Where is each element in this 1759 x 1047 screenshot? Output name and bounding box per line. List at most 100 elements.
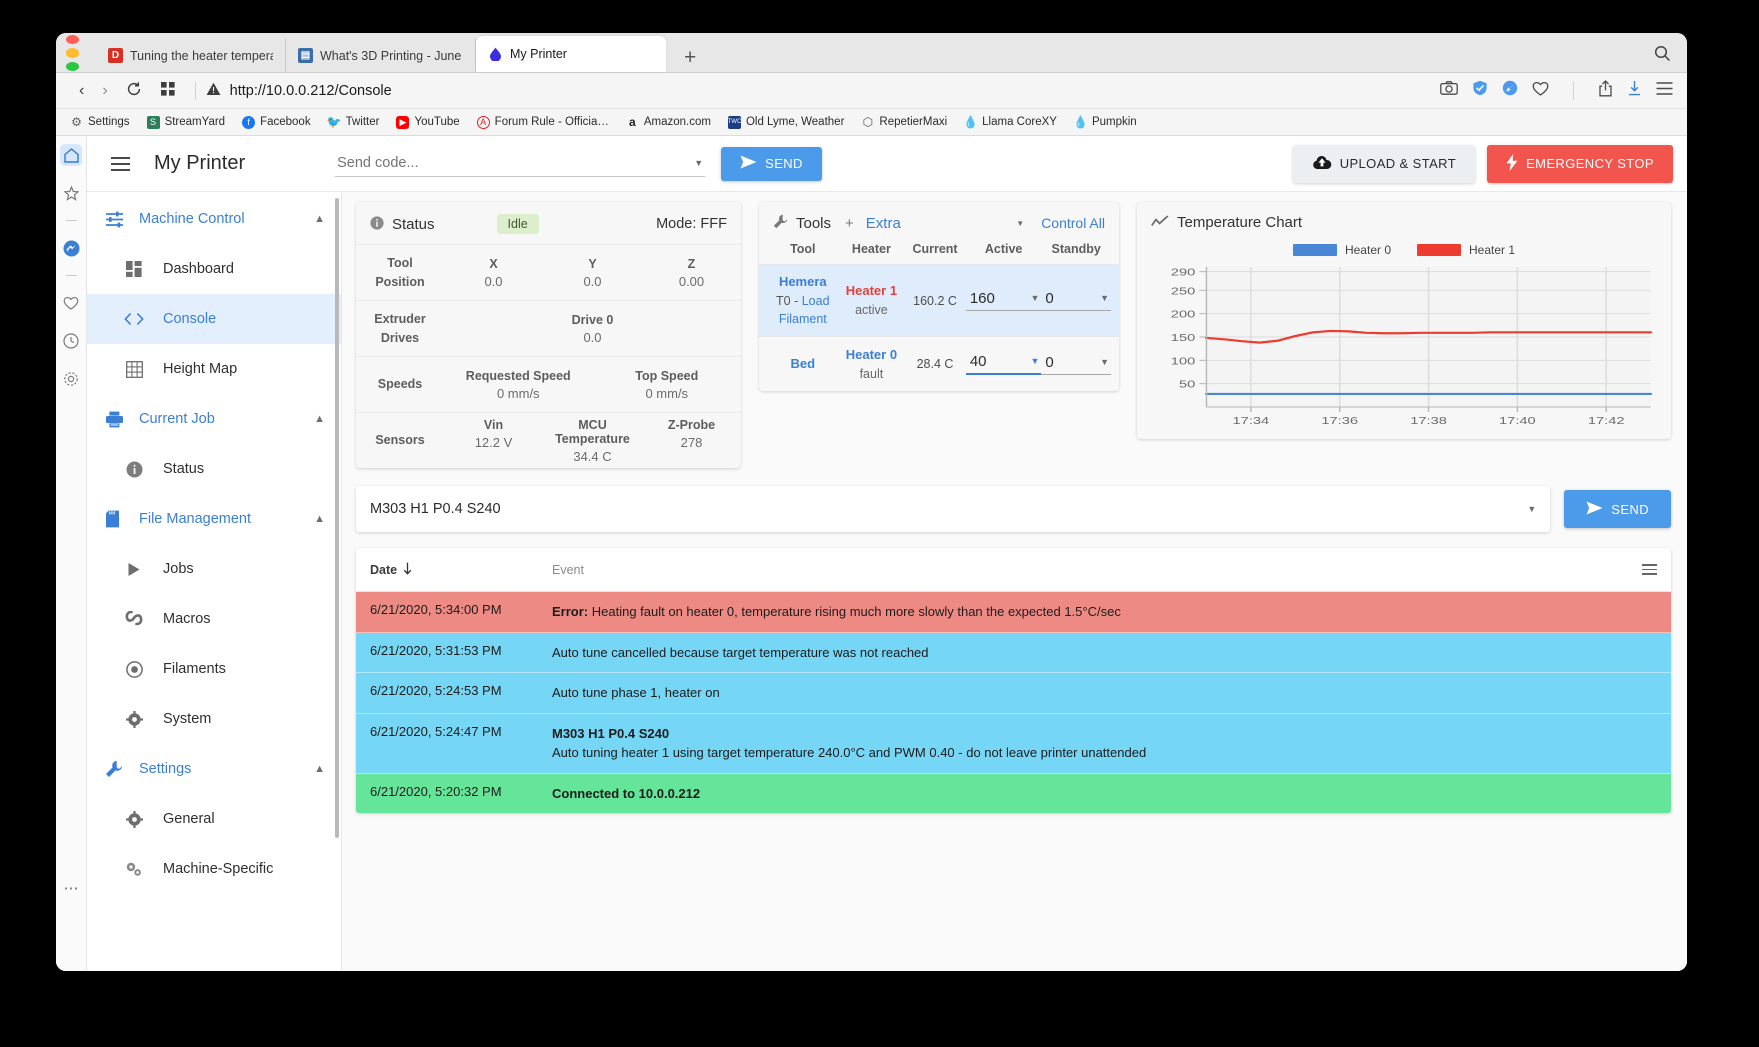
sidebar-item-console[interactable]: Console bbox=[87, 294, 341, 344]
bookmark-amazon[interactable]: a Amazon.com bbox=[626, 115, 711, 129]
bookmark-forum-rule[interactable]: A Forum Rule - Officia… bbox=[476, 115, 609, 129]
send-code-input[interactable] bbox=[335, 150, 706, 177]
sidebar-item-height-map[interactable]: Height Map bbox=[87, 344, 341, 394]
gear-icon[interactable] bbox=[60, 368, 82, 390]
upload-and-start-button[interactable]: UPLOAD & START bbox=[1292, 144, 1476, 183]
sidebar-group-machine-control[interactable]: Machine Control ▲ bbox=[87, 194, 341, 244]
sidebar-group-settings[interactable]: Settings ▲ bbox=[87, 744, 341, 794]
window-traffic-lights[interactable] bbox=[66, 33, 79, 73]
heart-icon[interactable] bbox=[1532, 81, 1549, 101]
extra-link[interactable]: Extra bbox=[866, 215, 901, 232]
chevron-down-icon[interactable]: ▼ bbox=[1100, 293, 1109, 303]
chevron-up-icon[interactable]: ▲ bbox=[314, 513, 325, 525]
chevron-up-icon[interactable]: ▲ bbox=[314, 763, 325, 775]
sidebar-item-machine-specific[interactable]: Machine-Specific bbox=[87, 844, 341, 894]
tool-sub[interactable]: T0 - Load Filament bbox=[767, 292, 839, 328]
messenger-icon[interactable] bbox=[60, 237, 82, 259]
legend-item-heater0[interactable]: Heater 0 bbox=[1292, 243, 1391, 257]
back-button[interactable]: ‹ bbox=[70, 82, 93, 99]
arrow-down-icon[interactable] bbox=[402, 562, 413, 578]
sidebar-item-jobs[interactable]: Jobs bbox=[87, 544, 341, 594]
star-icon[interactable] bbox=[60, 182, 82, 204]
tool-row-bed[interactable]: Bed Heater 0 fault 28.4 C 40 ▼ 0 ▼ bbox=[759, 336, 1119, 391]
send-button[interactable]: SEND bbox=[721, 146, 822, 181]
download-icon[interactable] bbox=[1627, 80, 1642, 102]
clock-icon[interactable] bbox=[60, 330, 82, 352]
heater-name[interactable]: Heater 1 bbox=[839, 281, 905, 301]
sidebar-scrollbar[interactable] bbox=[335, 198, 339, 838]
console-command-input[interactable]: M303 H1 P0.4 S240 ▼ bbox=[356, 486, 1551, 532]
forward-button[interactable]: › bbox=[93, 82, 116, 99]
chevron-up-icon[interactable]: ▲ bbox=[314, 413, 325, 425]
log-row: 6/21/2020, 5:24:47 PM M303 H1 P0.4 S240 … bbox=[356, 713, 1671, 774]
emergency-stop-button[interactable]: EMERGENCY STOP bbox=[1487, 144, 1673, 183]
new-tab-button[interactable]: + bbox=[666, 47, 712, 72]
bookmark-youtube[interactable]: ▶ YouTube bbox=[396, 115, 460, 129]
chevron-down-icon[interactable]: ▼ bbox=[1016, 219, 1024, 228]
navigate-icon[interactable] bbox=[1502, 80, 1518, 101]
chevron-down-icon[interactable]: ▼ bbox=[694, 158, 703, 168]
tool-name[interactable]: Hemera bbox=[767, 273, 839, 292]
camera-icon[interactable] bbox=[1440, 81, 1458, 100]
send-code-field-wrapper: ▼ bbox=[335, 150, 706, 177]
tab-overview-icon[interactable] bbox=[151, 81, 185, 101]
search-icon[interactable] bbox=[1654, 45, 1671, 67]
add-tool-icon[interactable]: + bbox=[845, 215, 854, 232]
chevron-down-icon[interactable]: ▼ bbox=[1030, 356, 1039, 366]
standby-temp-field[interactable]: 0 ▼ bbox=[1041, 354, 1111, 375]
hamburger-menu-icon[interactable] bbox=[1642, 564, 1657, 575]
minimize-window-button[interactable] bbox=[66, 48, 79, 58]
sidebar-item-macros[interactable]: Macros bbox=[87, 594, 341, 644]
chevron-down-icon[interactable]: ▼ bbox=[1100, 357, 1109, 367]
sidebar-group-file-management[interactable]: File Management ▲ bbox=[87, 494, 341, 544]
reload-button[interactable] bbox=[117, 81, 151, 101]
control-all-link[interactable]: Control All bbox=[1041, 215, 1105, 231]
bookmark-streamyard[interactable]: S StreamYard bbox=[146, 115, 225, 129]
url-display[interactable]: http://10.0.0.212/Console bbox=[206, 82, 392, 100]
browser-tab-3-active[interactable]: My Printer bbox=[476, 36, 666, 72]
heart-icon[interactable] bbox=[60, 292, 82, 314]
bookmark-repetiermaxi[interactable]: ⬡ RepetierMaxi bbox=[861, 115, 948, 129]
standby-temp-field[interactable]: 0 ▼ bbox=[1041, 290, 1111, 312]
app-body: Machine Control ▲ Dashboard Console Heig… bbox=[87, 192, 1687, 971]
share-icon[interactable] bbox=[1598, 79, 1613, 102]
sidebar-group-current-job[interactable]: Current Job ▲ bbox=[87, 394, 341, 444]
close-window-button[interactable] bbox=[66, 35, 79, 45]
heater-cell[interactable]: Heater 0 fault bbox=[839, 345, 905, 383]
sidebar-item-filaments[interactable]: Filaments bbox=[87, 644, 341, 694]
tool-name-cell[interactable]: Bed bbox=[767, 355, 839, 374]
shield-check-icon[interactable] bbox=[1472, 80, 1488, 101]
chevron-up-icon[interactable]: ▲ bbox=[314, 213, 325, 225]
bookmark-weather[interactable]: TWC Old Lyme, Weather bbox=[728, 115, 844, 129]
sidebar-item-status[interactable]: Status bbox=[87, 444, 341, 494]
browser-tab-1[interactable]: D Tuning the heater temperature c bbox=[96, 39, 286, 72]
sidebar-item-system[interactable]: System bbox=[87, 694, 341, 744]
menu-toggle-button[interactable] bbox=[101, 151, 140, 177]
legend-item-heater1[interactable]: Heater 1 bbox=[1417, 243, 1515, 257]
bookmark-settings[interactable]: ⚙ Settings bbox=[70, 115, 129, 129]
tool-name[interactable]: Bed bbox=[767, 355, 839, 374]
chevron-down-icon[interactable]: ▼ bbox=[1527, 504, 1536, 514]
bookmark-facebook[interactable]: f Facebook bbox=[242, 115, 311, 129]
bookmark-llama-corexy[interactable]: 💧 Llama CoreXY bbox=[963, 115, 1057, 129]
chevron-down-icon[interactable]: ▼ bbox=[1030, 293, 1039, 303]
tool-row-hemera[interactable]: Hemera T0 - Load Filament Heater 1 activ… bbox=[759, 264, 1119, 337]
col-header-date[interactable]: Date bbox=[370, 562, 552, 578]
active-temp-field[interactable]: 160 ▼ bbox=[965, 290, 1042, 312]
more-options-icon[interactable]: ⋯ bbox=[60, 877, 82, 899]
finder-icon[interactable] bbox=[60, 144, 82, 166]
active-temp-field[interactable]: 40 ▼ bbox=[965, 353, 1042, 376]
repetier-icon: ⬡ bbox=[862, 115, 874, 129]
sidebar-toggle-icon[interactable] bbox=[1656, 81, 1673, 100]
status-col-zprobe: Z-Probe 278 bbox=[642, 418, 741, 464]
bookmark-twitter[interactable]: 🐦 Twitter bbox=[327, 115, 380, 129]
console-send-button[interactable]: SEND bbox=[1564, 490, 1671, 528]
sidebar-item-general[interactable]: General bbox=[87, 794, 341, 844]
maximize-window-button[interactable] bbox=[66, 61, 79, 71]
bookmark-pumpkin[interactable]: 💧 Pumpkin bbox=[1073, 115, 1137, 129]
browser-tab-2[interactable]: ▤ What's 3D Printing - June 21, 20 bbox=[286, 39, 476, 72]
sidebar-item-dashboard[interactable]: Dashboard bbox=[87, 244, 341, 294]
tool-name-cell[interactable]: Hemera T0 - Load Filament bbox=[767, 273, 839, 328]
heater-cell[interactable]: Heater 1 active bbox=[839, 281, 905, 319]
heater-name[interactable]: Heater 0 bbox=[839, 345, 905, 365]
